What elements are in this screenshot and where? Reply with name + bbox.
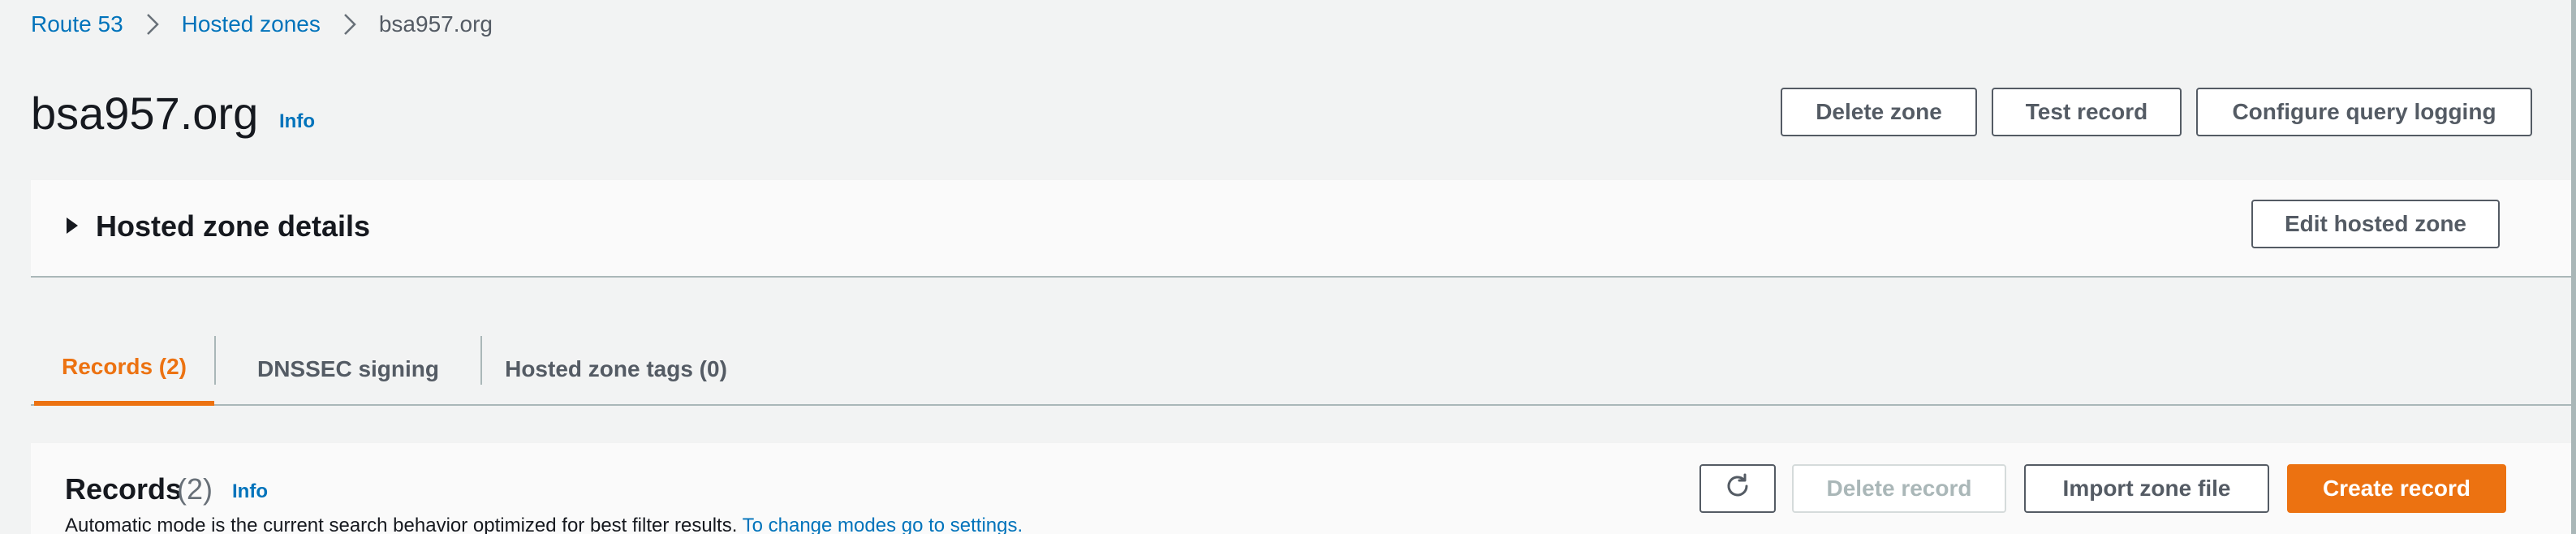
import-zone-file-button[interactable]: Import zone file xyxy=(2024,464,2269,513)
delete-record-button[interactable]: Delete record xyxy=(1792,464,2006,513)
settings-link[interactable]: To change modes go to settings. xyxy=(743,515,1023,534)
tab-records[interactable]: Records (2) xyxy=(34,333,214,406)
edit-hosted-zone-button[interactable]: Edit hosted zone xyxy=(2251,200,2500,248)
records-panel: Records (2) Info Automatic mode is the c… xyxy=(31,443,2571,534)
chevron-right-icon xyxy=(321,12,379,37)
records-title: Records xyxy=(65,472,183,506)
breadcrumb: Route 53 Hosted zones bsa957.org xyxy=(31,10,493,39)
refresh-icon xyxy=(1723,472,1752,506)
hosted-zone-details-panel: Hosted zone details Edit hosted zone xyxy=(31,180,2571,278)
tab-dnssec-signing[interactable]: DNSSEC signing xyxy=(216,333,480,406)
delete-zone-button[interactable]: Delete zone xyxy=(1781,88,1977,136)
create-record-button[interactable]: Create record xyxy=(2287,464,2506,513)
records-subtitle: Automatic mode is the current search beh… xyxy=(65,515,738,534)
refresh-button[interactable] xyxy=(1699,464,1776,513)
records-info-link[interactable]: Info xyxy=(232,480,268,503)
page-title: bsa957.org xyxy=(31,88,259,139)
breadcrumb-route53[interactable]: Route 53 xyxy=(31,11,123,37)
caret-right-icon[interactable] xyxy=(65,216,80,239)
records-count: (2) xyxy=(177,472,213,506)
window-edge xyxy=(2571,0,2576,534)
breadcrumb-current: bsa957.org xyxy=(378,11,493,37)
test-record-button[interactable]: Test record xyxy=(1992,88,2182,136)
page-title-info-link[interactable]: Info xyxy=(279,110,315,133)
hosted-zone-details-toggle[interactable]: Hosted zone details xyxy=(96,209,370,243)
breadcrumb-hosted-zones[interactable]: Hosted zones xyxy=(182,11,321,37)
configure-query-logging-button[interactable]: Configure query logging xyxy=(2196,88,2532,136)
chevron-right-icon xyxy=(123,12,182,37)
tab-bar: Records (2) DNSSEC signing Hosted zone t… xyxy=(31,323,2571,406)
records-search-mode-note: Automatic mode is the current search beh… xyxy=(65,515,1023,534)
tab-hosted-zone-tags[interactable]: Hosted zone tags (0) xyxy=(482,333,750,406)
